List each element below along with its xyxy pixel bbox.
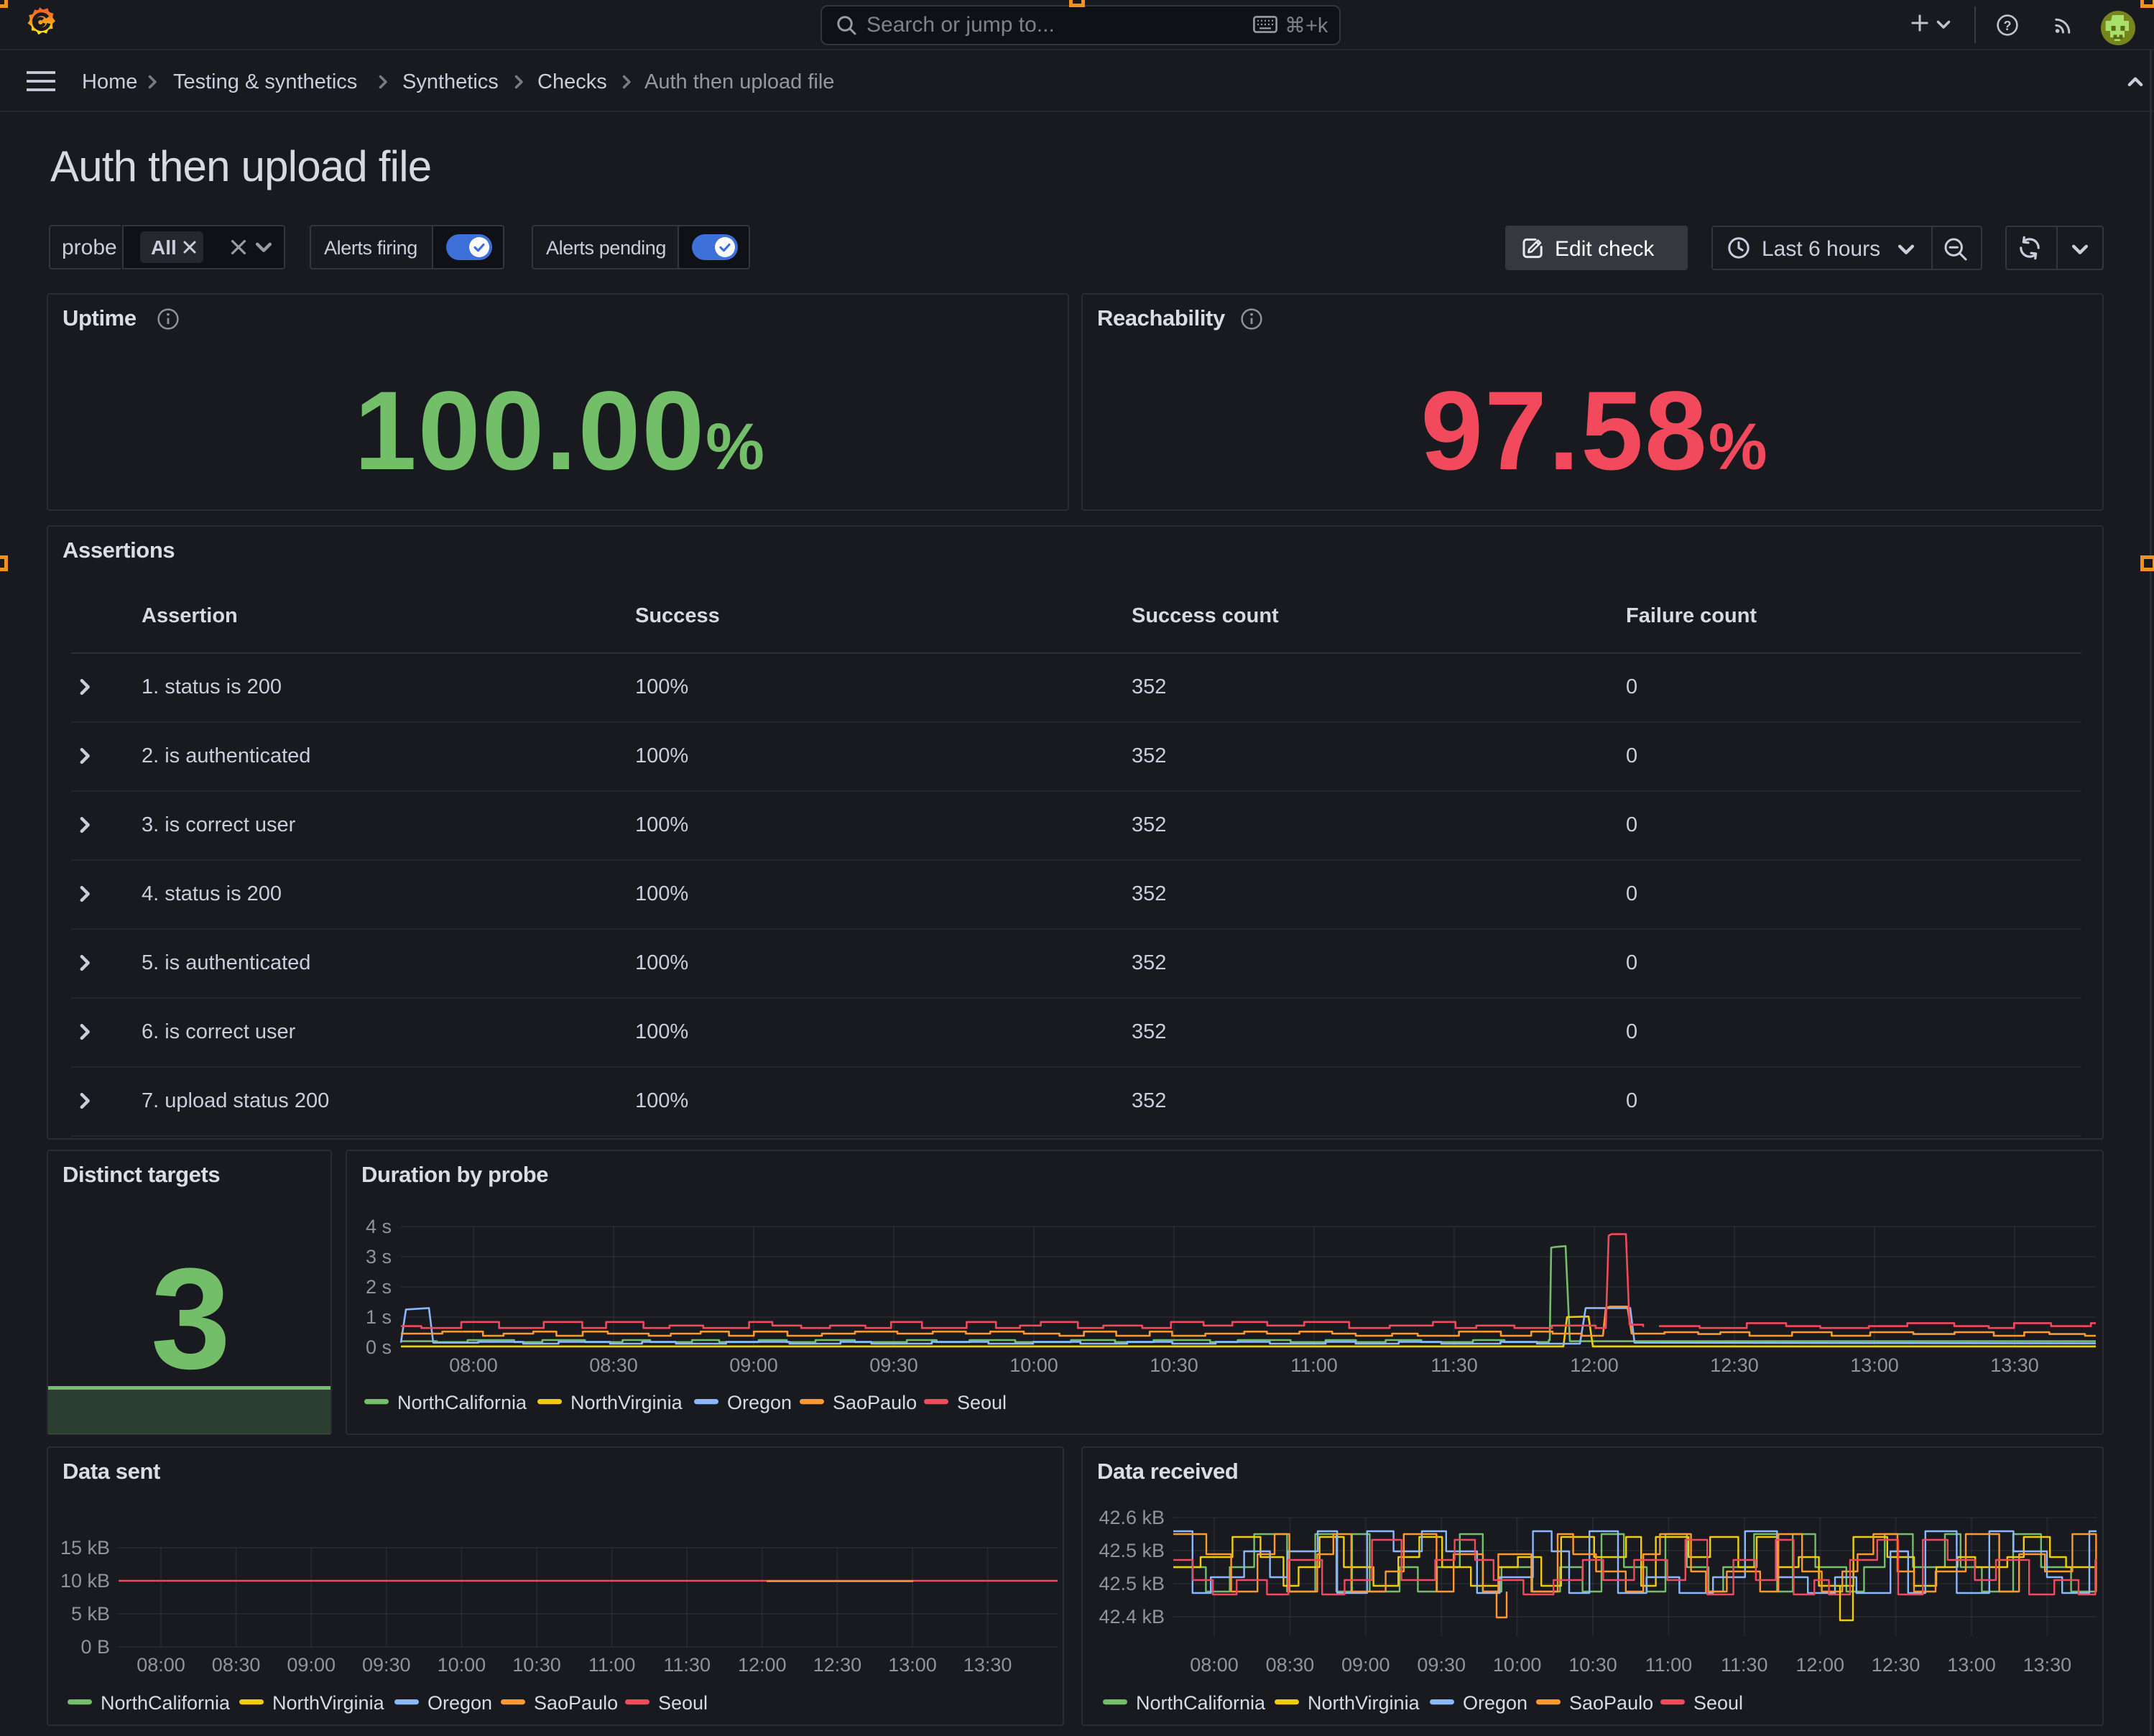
svg-text:12:00: 12:00 — [738, 1654, 787, 1676]
svg-text:09:30: 09:30 — [1417, 1654, 1466, 1676]
svg-text:08:30: 08:30 — [212, 1654, 261, 1676]
svg-text:11:00: 11:00 — [588, 1654, 636, 1676]
svg-text:12:00: 12:00 — [1795, 1654, 1844, 1676]
svg-text:11:30: 11:30 — [1721, 1654, 1768, 1676]
svg-text:SaoPaulo: SaoPaulo — [833, 1392, 917, 1413]
svg-text:13:00: 13:00 — [1850, 1354, 1899, 1376]
svg-text:42.5 kB: 42.5 kB — [1099, 1573, 1165, 1594]
svg-text:11:00: 11:00 — [1645, 1654, 1693, 1676]
svg-text:08:00: 08:00 — [1190, 1654, 1239, 1676]
svg-text:0 s: 0 s — [366, 1336, 392, 1358]
svg-text:NorthVirginia: NorthVirginia — [1308, 1692, 1420, 1714]
svg-text:SaoPaulo: SaoPaulo — [1569, 1692, 1653, 1714]
svg-text:42.5 kB: 42.5 kB — [1099, 1540, 1165, 1561]
svg-text:11:30: 11:30 — [663, 1654, 711, 1676]
svg-text:09:30: 09:30 — [362, 1654, 411, 1676]
svg-text:12:30: 12:30 — [813, 1654, 862, 1676]
svg-text:42.4 kB: 42.4 kB — [1099, 1606, 1165, 1628]
svg-text:13:00: 13:00 — [1947, 1654, 1996, 1676]
svg-text:09:30: 09:30 — [869, 1354, 918, 1376]
svg-text:Seoul: Seoul — [1693, 1692, 1743, 1714]
svg-text:13:00: 13:00 — [888, 1654, 937, 1676]
svg-text:12:00: 12:00 — [1570, 1354, 1619, 1376]
svg-text:SaoPaulo: SaoPaulo — [534, 1692, 618, 1714]
svg-text:12:30: 12:30 — [1872, 1654, 1920, 1676]
svg-text:15 kB: 15 kB — [60, 1537, 110, 1559]
svg-text:1 s: 1 s — [366, 1306, 392, 1328]
svg-text:4 s: 4 s — [366, 1216, 392, 1237]
svg-text:08:00: 08:00 — [137, 1654, 185, 1676]
svg-text:09:00: 09:00 — [287, 1654, 336, 1676]
svg-text:NorthVirginia: NorthVirginia — [570, 1392, 683, 1413]
svg-text:NorthCalifornia: NorthCalifornia — [1136, 1692, 1266, 1714]
svg-text:08:00: 08:00 — [449, 1354, 498, 1376]
svg-text:10 kB: 10 kB — [60, 1570, 110, 1592]
svg-text:2 s: 2 s — [366, 1276, 392, 1298]
svg-text:10:30: 10:30 — [1150, 1354, 1198, 1376]
svg-text:09:00: 09:00 — [1341, 1654, 1390, 1676]
svg-text:11:30: 11:30 — [1430, 1354, 1478, 1376]
svg-text:10:00: 10:00 — [1009, 1354, 1058, 1376]
svg-text:11:00: 11:00 — [1290, 1354, 1338, 1376]
svg-text:13:30: 13:30 — [1990, 1354, 2039, 1376]
svg-text:5 kB: 5 kB — [71, 1603, 110, 1625]
svg-text:42.6 kB: 42.6 kB — [1099, 1507, 1165, 1528]
svg-text:NorthCalifornia: NorthCalifornia — [101, 1692, 231, 1714]
svg-text:Oregon: Oregon — [1463, 1692, 1527, 1714]
svg-text:10:00: 10:00 — [438, 1654, 486, 1676]
svg-text:Oregon: Oregon — [427, 1692, 492, 1714]
svg-text:13:30: 13:30 — [2023, 1654, 2072, 1676]
svg-text:09:00: 09:00 — [729, 1354, 778, 1376]
svg-text:3 s: 3 s — [366, 1246, 392, 1268]
svg-text:NorthCalifornia: NorthCalifornia — [397, 1392, 527, 1413]
svg-text:08:30: 08:30 — [1266, 1654, 1315, 1676]
svg-text:08:30: 08:30 — [589, 1354, 638, 1376]
svg-text:10:30: 10:30 — [1568, 1654, 1617, 1676]
svg-text:Seoul: Seoul — [658, 1692, 708, 1714]
svg-text:10:00: 10:00 — [1493, 1654, 1542, 1676]
svg-text:13:30: 13:30 — [963, 1654, 1012, 1676]
svg-text:Oregon: Oregon — [727, 1392, 792, 1413]
svg-text:0 B: 0 B — [80, 1636, 110, 1658]
svg-text:NorthVirginia: NorthVirginia — [272, 1692, 385, 1714]
svg-text:10:30: 10:30 — [512, 1654, 561, 1676]
svg-text:?: ? — [2004, 19, 2012, 33]
svg-text:12:30: 12:30 — [1710, 1354, 1759, 1376]
svg-text:Seoul: Seoul — [957, 1392, 1007, 1413]
